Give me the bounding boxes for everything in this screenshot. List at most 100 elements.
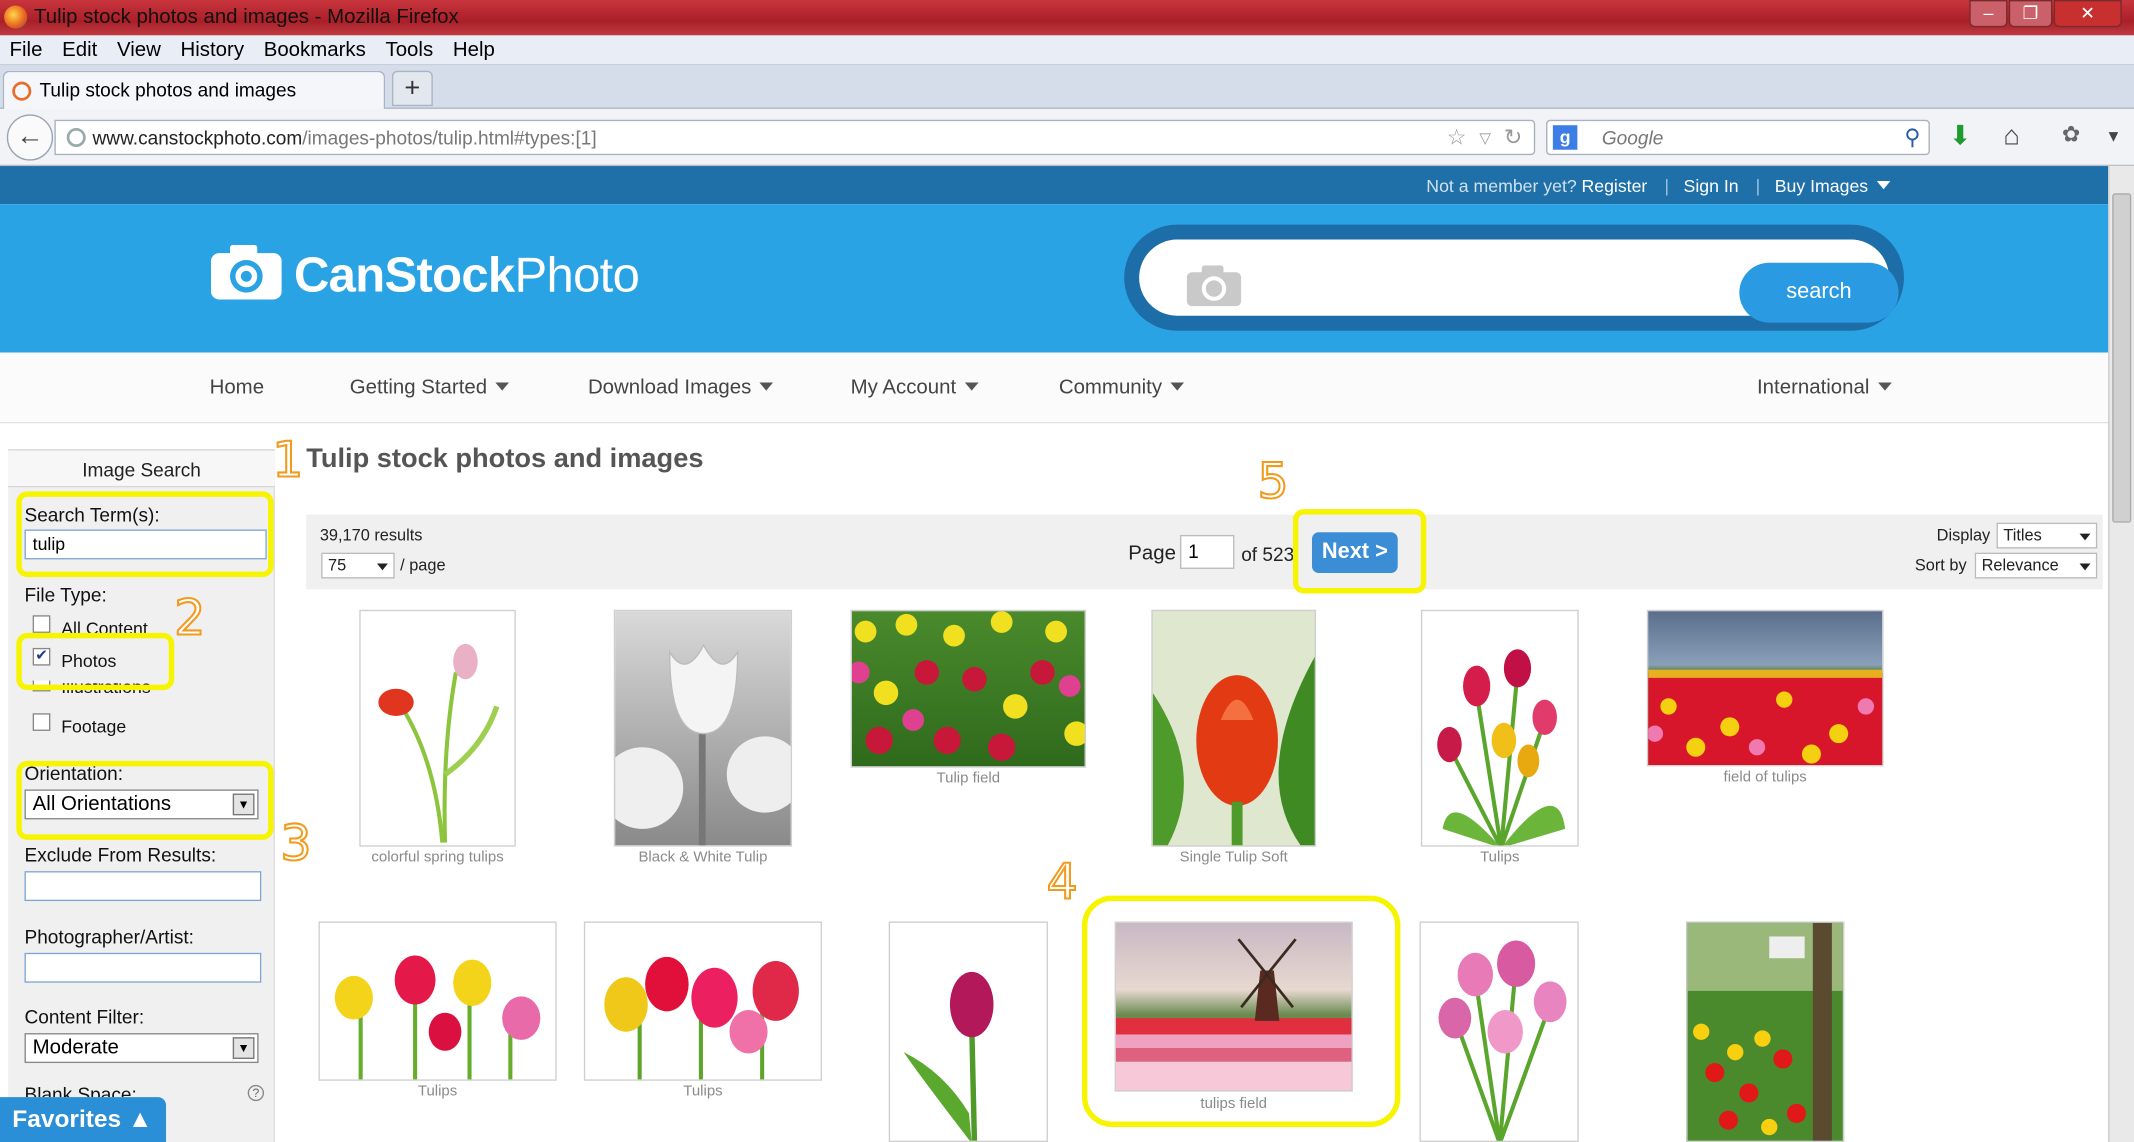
bookmark-star-icon[interactable]: ☆ — [1447, 124, 1467, 151]
addon-icon[interactable]: ✿ — [2062, 121, 2080, 151]
site-search-button[interactable]: search — [1739, 262, 1899, 323]
nav-my-account[interactable]: My Account — [851, 376, 978, 399]
reload-icon[interactable]: ↻ — [1504, 124, 1522, 151]
menubar: File Edit View History Bookmarks Tools H… — [0, 35, 2134, 66]
checkbox-all-content[interactable] — [32, 615, 51, 633]
history-dropdown-icon[interactable]: ▽ — [1479, 129, 1491, 147]
address-bar[interactable]: www.canstockphoto.com/images-photos/tuli… — [54, 119, 1536, 156]
tulip-stem-image — [378, 643, 500, 843]
not-member-text: Not a member yet? — [1426, 175, 1577, 197]
home-icon[interactable]: ⌂ — [2003, 121, 2019, 151]
menu-tools[interactable]: Tools — [385, 35, 433, 65]
image-thumbnail[interactable] — [850, 609, 1087, 768]
nav-international[interactable]: International — [1757, 376, 1892, 399]
image-thumbnail[interactable] — [888, 921, 1048, 1142]
image-caption[interactable]: Tulips — [1421, 849, 1579, 865]
site-search-box: search — [1124, 224, 1904, 331]
photographer-input[interactable] — [24, 952, 262, 983]
separator: | — [1755, 175, 1761, 197]
register-link[interactable]: Register — [1581, 176, 1647, 196]
menu-help[interactable]: Help — [453, 35, 495, 65]
per-page-select[interactable]: 75 — [321, 552, 395, 579]
image-caption[interactable]: Tulip field — [851, 770, 1086, 786]
menu-bookmarks[interactable]: Bookmarks — [264, 35, 366, 65]
browser-tab-active[interactable]: Tulip stock photos and images — [2, 70, 386, 111]
close-window-button[interactable]: ✕ — [2053, 0, 2122, 28]
site-identity-icon[interactable] — [66, 127, 86, 148]
content-filter-value: Moderate — [32, 1035, 119, 1059]
menu-edit[interactable]: Edit — [62, 35, 97, 65]
back-button[interactable]: ← — [6, 114, 54, 161]
nav-label: Getting Started — [349, 375, 488, 399]
menu-chevron-icon[interactable]: ▼ — [2105, 121, 2121, 151]
nav-label: My Account — [850, 375, 957, 399]
nav-home[interactable]: Home — [210, 376, 264, 399]
menu-view[interactable]: View — [117, 35, 161, 65]
page-number-input[interactable]: 1 — [1179, 534, 1235, 569]
annotation-number: 1 — [271, 432, 304, 490]
exclude-label: Exclude From Results: — [24, 843, 217, 866]
chevron-down-icon — [2079, 563, 2091, 571]
image-caption[interactable]: Black & White Tulip — [614, 849, 792, 865]
camera-icon[interactable] — [1186, 265, 1242, 307]
site-logo[interactable]: CanStockPhoto — [293, 246, 640, 303]
image-thumbnail[interactable] — [1420, 609, 1579, 847]
image-caption[interactable]: Tulips — [318, 1083, 556, 1099]
sign-in-link[interactable]: Sign In — [1684, 176, 1739, 196]
help-icon[interactable]: ? — [247, 1084, 265, 1102]
separator: | — [1664, 175, 1670, 197]
camera-logo-icon — [210, 245, 282, 300]
page-scrollbar[interactable] — [2108, 166, 2134, 1142]
favorites-bar[interactable]: Favorites ▲ — [0, 1097, 167, 1142]
chevron-down-icon — [2079, 533, 2091, 541]
image-thumbnail[interactable] — [1686, 921, 1845, 1142]
browser-search-box[interactable]: g Google ⚲ — [1546, 119, 1930, 156]
image-thumbnail[interactable] — [613, 609, 793, 847]
image-caption[interactable]: Tulips — [584, 1083, 822, 1099]
per-page-value: 75 — [327, 555, 347, 575]
exclude-input[interactable] — [24, 871, 262, 902]
chevron-down-icon — [1170, 382, 1184, 391]
display-select[interactable]: Titles — [1996, 522, 2098, 549]
highlight-next — [1292, 509, 1427, 594]
buy-images-label: Buy Images — [1774, 175, 1869, 197]
menu-file[interactable]: File — [10, 35, 43, 65]
display-value: Titles — [2003, 525, 2042, 545]
nav-download-images[interactable]: Download Images — [588, 376, 774, 399]
sort-select[interactable]: Relevance — [1974, 552, 2098, 579]
image-thumbnail[interactable] — [1419, 921, 1579, 1142]
page-title: Tulip stock photos and images — [306, 443, 704, 474]
chevron-down-icon — [964, 382, 978, 391]
image-caption[interactable]: colorful spring tulips — [359, 849, 516, 865]
content-filter-select[interactable]: Moderate ▼ — [24, 1033, 259, 1064]
image-caption[interactable]: field of tulips — [1647, 769, 1884, 785]
photographer-label: Photographer/Artist: — [24, 925, 194, 948]
search-icon[interactable]: ⚲ — [1904, 124, 1920, 151]
checkbox-footage[interactable] — [32, 713, 51, 731]
single-tulip-image — [1152, 657, 1315, 846]
page-count: of 523 — [1241, 543, 1295, 565]
menu-history[interactable]: History — [181, 35, 245, 65]
annotation-number: 2 — [173, 590, 206, 648]
google-engine-icon[interactable]: g — [1552, 125, 1578, 150]
nav-getting-started[interactable]: Getting Started — [350, 376, 509, 399]
logo-bold: CanStock — [293, 246, 515, 303]
scrollbar-thumb[interactable] — [2112, 193, 2132, 523]
nav-community[interactable]: Community — [1059, 376, 1184, 399]
image-thumbnail[interactable] — [583, 921, 823, 1081]
buy-images-link[interactable]: Buy Images — [1775, 176, 1890, 196]
new-tab-button[interactable]: + — [391, 70, 433, 107]
window-titlebar: Tulip stock photos and images - Mozilla … — [0, 0, 2134, 36]
image-thumbnail[interactable] — [359, 609, 516, 847]
minimize-button[interactable]: – — [1969, 0, 2008, 28]
image-caption[interactable]: Single Tulip Soft — [1151, 849, 1316, 865]
image-thumbnail[interactable] — [1646, 609, 1884, 767]
pink-tulip-image — [903, 971, 994, 1141]
display-label: Display — [1936, 525, 1991, 545]
maximize-button[interactable]: ❐ — [2008, 0, 2053, 28]
site-search-input[interactable]: search — [1139, 239, 1899, 323]
image-thumbnail[interactable] — [318, 921, 557, 1081]
field-of-tulips-image — [1648, 669, 1883, 765]
image-thumbnail[interactable] — [1151, 609, 1317, 847]
download-arrow-icon[interactable]: ⬇ — [1949, 121, 1972, 151]
